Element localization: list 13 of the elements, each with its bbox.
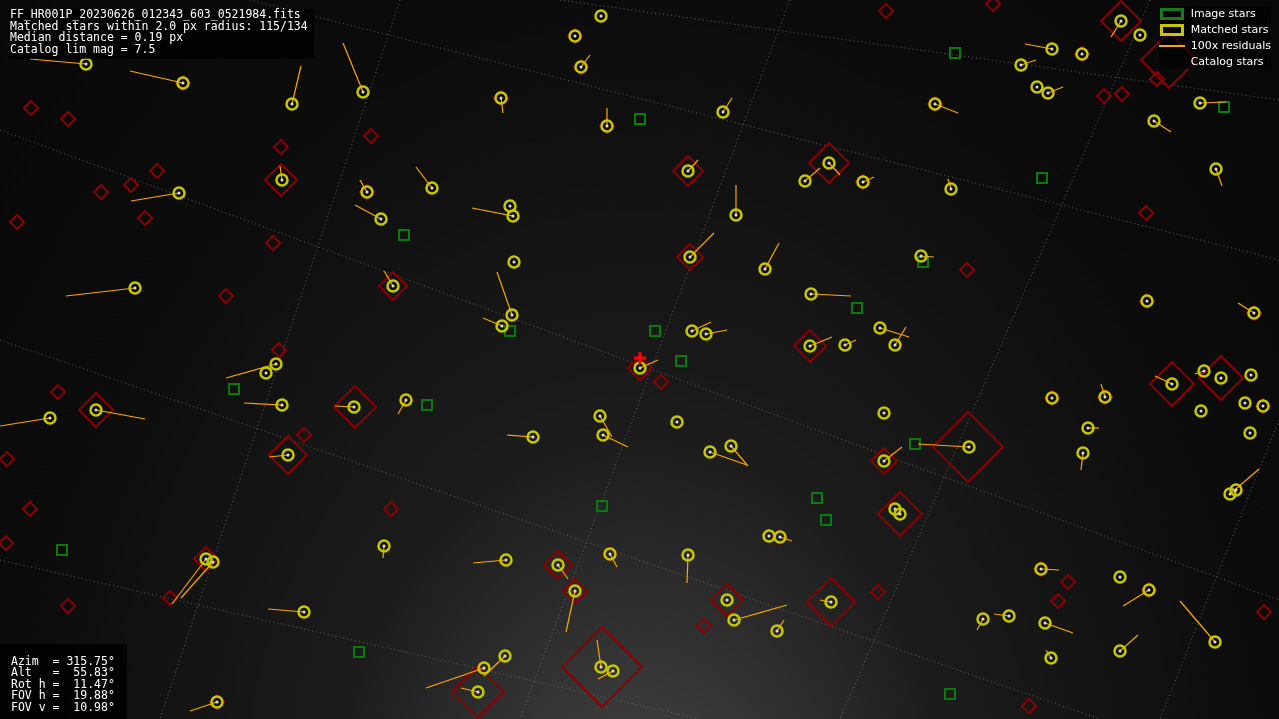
info-text: Catalog lim mag = 7.5 [10,43,157,55]
legend-label: Catalog stars [1190,54,1265,69]
info-text: FOV v = 10.98° [11,701,115,713]
info-text: FOV h = 19.88° [11,690,115,702]
legend-label: Matched stars [1190,22,1270,37]
legend-label: 100x residuals [1190,38,1271,53]
info-text: Azim = 315.75° [11,655,115,667]
legend-label: Image stars [1190,6,1257,21]
info-text: Median distance = 0.19 px [10,32,184,44]
info-text: Rot h = 11.47° [11,678,115,690]
info-text: Alt = 55.83° [11,667,115,679]
info-text: FF_HR001P_20230626_012343_603_0521984.fits [10,9,302,21]
info-text: Matched stars within 2.0 px radius: 115/134 [10,20,308,32]
